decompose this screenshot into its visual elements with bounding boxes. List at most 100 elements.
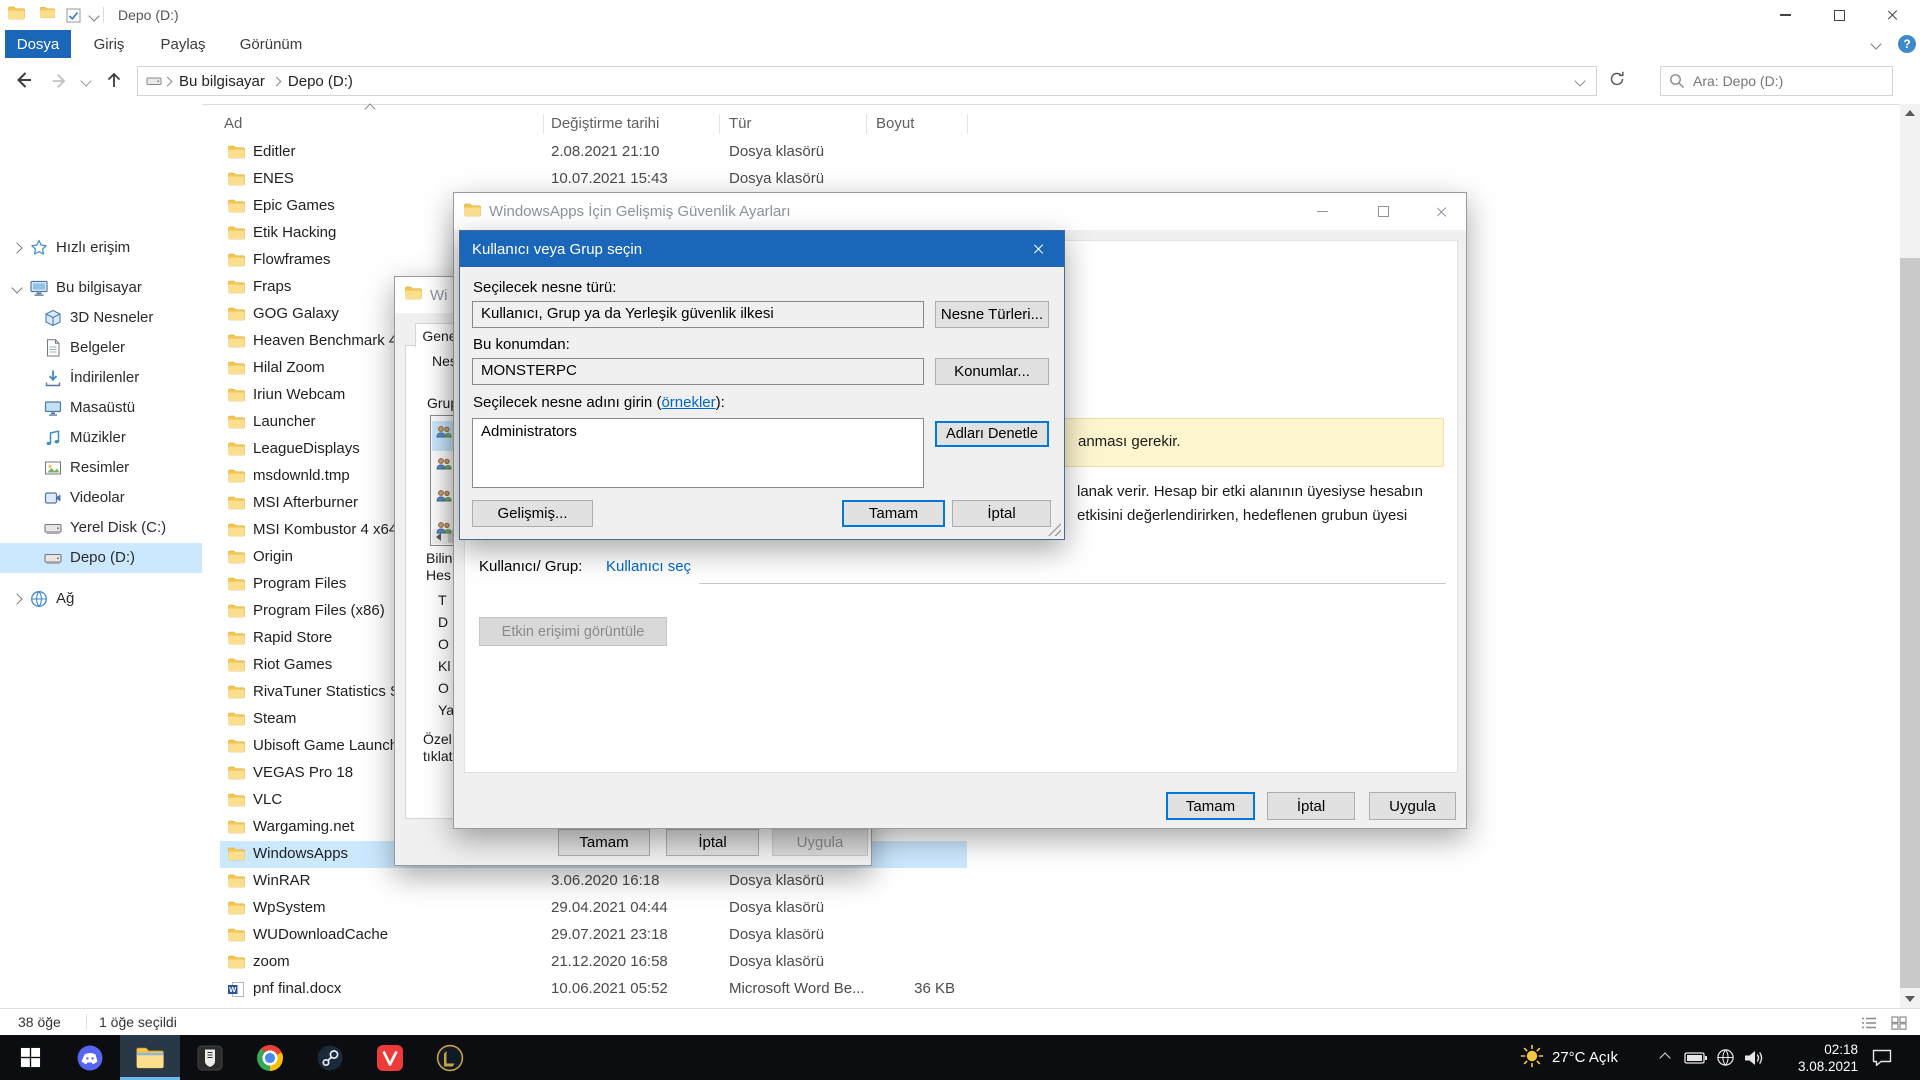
- sidebar-item-hızlı-erişim[interactable]: Hızlı erişim: [0, 233, 202, 263]
- column-header-name[interactable]: Ad: [224, 115, 242, 132]
- file-date: 2.08.2021 21:10: [551, 143, 659, 160]
- taskbar-clock[interactable]: 02:18 3.08.2021: [1772, 1035, 1862, 1080]
- minimize-button[interactable]: [1299, 193, 1345, 230]
- tab-file[interactable]: Dosya: [5, 30, 71, 58]
- close-button[interactable]: [1014, 231, 1064, 267]
- address-bar[interactable]: Bu bilgisayar Depo (D:): [137, 66, 1597, 96]
- sidebar-item-yerel-disk-c-[interactable]: Yerel Disk (C:): [0, 513, 202, 543]
- sidebar-item-3d-nesneler[interactable]: 3D Nesneler: [0, 303, 202, 333]
- forward-button[interactable]: [50, 71, 70, 96]
- file-row[interactable]: WinRAR3.06.2020 16:18Dosya klasörü: [220, 868, 967, 895]
- chevron-right-icon[interactable]: [163, 76, 173, 86]
- ok-button[interactable]: Tamam: [1166, 792, 1255, 820]
- file-row[interactable]: WpSystem29.04.2021 04:44Dosya klasörü: [220, 895, 967, 922]
- history-chevron-icon[interactable]: [80, 75, 91, 86]
- taskbar-chrome-button[interactable]: [240, 1035, 300, 1080]
- sidebar-item-müzikler[interactable]: Müzikler: [0, 423, 202, 453]
- view-effective-access-button[interactable]: Etkin erişimi görüntüle: [479, 617, 667, 646]
- scroll-up-icon[interactable]: [1905, 110, 1915, 116]
- chevron-down-icon[interactable]: [11, 282, 22, 293]
- apply-button[interactable]: Uygula: [1369, 792, 1456, 820]
- column-divider[interactable]: [719, 114, 720, 134]
- sidebar-item-depo-d-[interactable]: Depo (D:): [0, 543, 202, 573]
- column-divider[interactable]: [967, 114, 968, 134]
- object-type-field[interactable]: Kullanıcı, Grup ya da Yerleşik güvenlik …: [472, 301, 924, 328]
- sidebar-item-belgeler[interactable]: Belgeler: [0, 333, 202, 363]
- file-row[interactable]: ENES10.07.2021 15:43Dosya klasörü: [220, 166, 967, 193]
- weather-widget[interactable]: 27°C Açık: [1512, 1035, 1626, 1080]
- chevron-right-icon[interactable]: [271, 76, 281, 86]
- tab-home[interactable]: Giriş: [79, 30, 139, 58]
- cancel-button[interactable]: İptal: [666, 829, 759, 856]
- locations-button[interactable]: Konumlar...: [935, 358, 1049, 385]
- taskbar-discord-button[interactable]: [60, 1035, 120, 1080]
- tab-share[interactable]: Paylaş: [147, 30, 219, 58]
- breadcrumb-drive[interactable]: Depo (D:): [282, 73, 359, 90]
- sidebar-item-masaüstü[interactable]: Masaüstü: [0, 393, 202, 423]
- column-divider[interactable]: [543, 114, 544, 134]
- help-icon[interactable]: ?: [1898, 35, 1916, 53]
- battery-icon[interactable]: [1682, 1035, 1710, 1080]
- file-row[interactable]: zoom21.12.2020 16:58Dosya klasörü: [220, 949, 967, 976]
- chevron-right-icon[interactable]: [11, 242, 22, 253]
- search-box[interactable]: [1660, 66, 1893, 96]
- thumbnail-view-icon[interactable]: [1886, 1012, 1912, 1033]
- maximize-button[interactable]: [1360, 193, 1406, 230]
- object-names-input[interactable]: Administrators: [472, 418, 924, 488]
- file-row[interactable]: Editler2.08.2021 21:10Dosya klasörü: [220, 139, 967, 166]
- address-dropdown-icon[interactable]: [1574, 75, 1585, 86]
- taskbar-steam-button[interactable]: [300, 1035, 360, 1080]
- back-button[interactable]: [12, 69, 34, 96]
- close-button[interactable]: [1866, 0, 1920, 30]
- taskbar-start-button[interactable]: [0, 1035, 60, 1080]
- chevron-down-icon[interactable]: [88, 10, 99, 21]
- minimize-button[interactable]: [1758, 0, 1812, 30]
- examples-link[interactable]: örnekler: [661, 394, 715, 411]
- up-button[interactable]: [104, 70, 124, 95]
- file-row[interactable]: WUDownloadCache29.07.2021 23:18Dosya kla…: [220, 922, 967, 949]
- network-icon[interactable]: [1712, 1035, 1738, 1080]
- file-row[interactable]: Wpnf final.docx10.06.2021 05:52Microsoft…: [220, 976, 967, 1003]
- column-header-size[interactable]: Boyut: [876, 115, 914, 132]
- sidebar-item-i-ndirilenler[interactable]: İndirilenler: [0, 363, 202, 393]
- vertical-scrollbar[interactable]: [1900, 104, 1920, 1008]
- refresh-icon[interactable]: [1608, 70, 1626, 93]
- sidebar-item-videolar[interactable]: Videolar: [0, 483, 202, 513]
- ok-button[interactable]: Tamam: [842, 500, 945, 527]
- select-user-link[interactable]: Kullanıcı seç: [606, 558, 691, 575]
- scroll-down-icon[interactable]: [1905, 996, 1915, 1002]
- breadcrumb-this-pc[interactable]: Bu bilgisayar: [173, 73, 271, 90]
- volume-icon[interactable]: [1740, 1035, 1768, 1080]
- ribbon-expand-icon[interactable]: [1870, 38, 1881, 49]
- details-view-icon[interactable]: [1856, 1012, 1882, 1033]
- taskbar-epic-games-button[interactable]: [180, 1035, 240, 1080]
- column-divider[interactable]: [866, 114, 867, 134]
- maximize-button[interactable]: [1812, 0, 1866, 30]
- chevron-right-icon[interactable]: [11, 593, 22, 604]
- taskbar-vivaldi-button[interactable]: [360, 1035, 420, 1080]
- sidebar-item-bu-bilgisayar[interactable]: Bu bilgisayar: [0, 273, 202, 303]
- close-button[interactable]: [1419, 193, 1465, 230]
- sidebar-item-ağ[interactable]: Ağ: [0, 584, 202, 614]
- apply-button[interactable]: Uygula: [772, 829, 868, 856]
- check-icon[interactable]: [66, 8, 81, 28]
- scrollbar-thumb[interactable]: [1900, 258, 1920, 988]
- advanced-button[interactable]: Gelişmiş...: [472, 500, 593, 527]
- cancel-button[interactable]: İptal: [1267, 792, 1355, 820]
- folder-icon[interactable]: [40, 6, 55, 24]
- search-input[interactable]: [1691, 72, 1875, 90]
- tab-view[interactable]: Görünüm: [227, 30, 315, 58]
- cancel-button[interactable]: İptal: [952, 500, 1051, 527]
- file-name: Heaven Benchmark 4.0: [253, 332, 410, 349]
- ok-button[interactable]: Tamam: [558, 829, 650, 856]
- from-location-field[interactable]: MONSTERPC: [472, 358, 924, 385]
- column-header-type[interactable]: Tür: [729, 115, 752, 132]
- taskbar-league-of-legends-button[interactable]: [420, 1035, 480, 1080]
- sidebar-item-resimler[interactable]: Resimler: [0, 453, 202, 483]
- column-header-date[interactable]: Değiştirme tarihi: [551, 115, 659, 132]
- notification-icon[interactable]: [1866, 1035, 1898, 1080]
- tray-expand-button[interactable]: [1652, 1035, 1678, 1080]
- object-types-button[interactable]: Nesne Türleri...: [935, 301, 1049, 328]
- taskbar-explorer-button[interactable]: [120, 1035, 180, 1080]
- check-names-button[interactable]: Adları Denetle: [935, 421, 1049, 447]
